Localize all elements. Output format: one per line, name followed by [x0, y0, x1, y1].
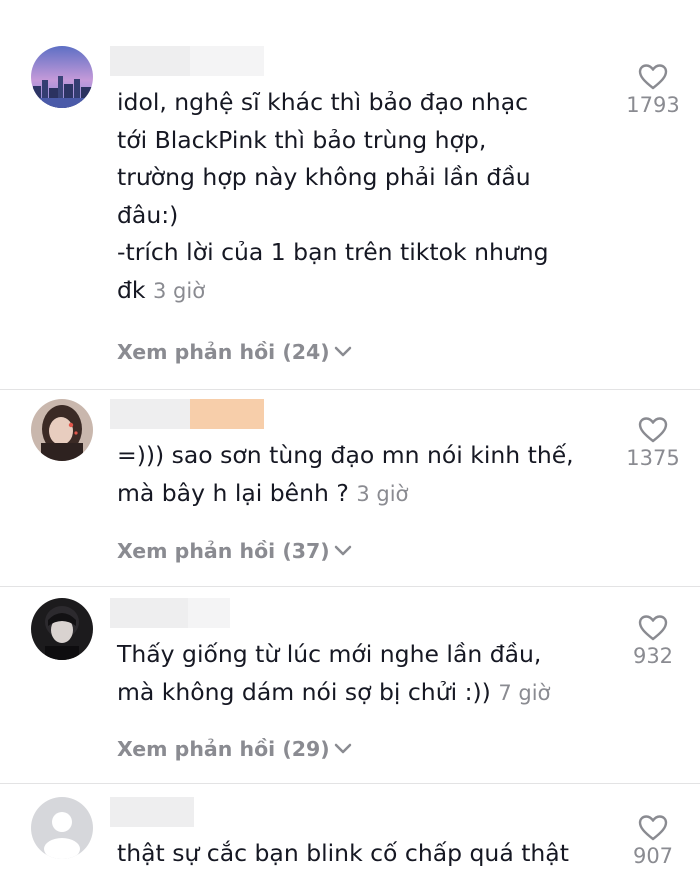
comment-time: 3 giờ — [356, 481, 409, 506]
comment-time: 7 giờ — [498, 680, 551, 705]
like-count: 1793 — [626, 93, 680, 117]
city-skyline-photo — [31, 46, 93, 108]
comment-text: thật sự cắc bạn blink cố chấp quá thật — [117, 835, 617, 873]
girl-portrait-photo — [31, 399, 93, 461]
avatar[interactable] — [31, 399, 93, 461]
divider — [0, 783, 700, 784]
boy-portrait-photo — [31, 598, 93, 660]
like-count: 932 — [632, 644, 674, 668]
chevron-down-icon — [334, 743, 351, 754]
view-replies-label: Xem phản hồi (29) — [117, 737, 330, 761]
like-button[interactable]: 907 — [620, 814, 686, 868]
view-replies-button[interactable]: Xem phản hồi (24) — [117, 340, 353, 364]
heart-outline-icon — [638, 417, 668, 443]
avatar[interactable] — [31, 598, 93, 660]
heart-outline-icon — [638, 815, 668, 841]
like-count: 907 — [632, 844, 674, 868]
divider — [0, 389, 700, 390]
view-replies-label: Xem phản hồi (24) — [117, 340, 330, 364]
comment-text: idol, nghệ sĩ khác thì bảo đạo nhạc tới … — [117, 84, 617, 310]
chevron-down-icon — [334, 545, 351, 556]
like-count: 1375 — [626, 446, 680, 470]
view-replies-button[interactable]: Xem phản hồi (29) — [117, 737, 353, 761]
avatar[interactable] — [31, 46, 93, 108]
view-replies-button[interactable]: Xem phản hồi (37) — [117, 539, 353, 563]
default-user-icon — [31, 797, 93, 859]
username-redacted[interactable] — [110, 598, 230, 628]
chevron-down-icon — [334, 346, 351, 357]
like-button[interactable]: 1375 — [620, 416, 686, 470]
username-redacted[interactable] — [110, 797, 194, 827]
divider — [0, 586, 700, 587]
heart-outline-icon — [638, 615, 668, 641]
avatar[interactable] — [31, 797, 93, 859]
comment-text: Thấy giống từ lúc mới nghe lần đầu, mà k… — [117, 636, 617, 712]
username-redacted[interactable] — [110, 399, 264, 429]
comment-body: thật sự cắc bạn blink cố chấp quá thật — [117, 839, 569, 867]
comment-text: =))) sao sơn tùng đạo mn nói kinh thế, m… — [117, 437, 617, 513]
like-button[interactable]: 932 — [620, 614, 686, 668]
comment-time: 3 giờ — [153, 278, 206, 303]
comment-body: =))) sao sơn tùng đạo mn nói kinh thế, m… — [117, 441, 574, 507]
username-redacted[interactable] — [110, 46, 264, 76]
comment-body: idol, nghệ sĩ khác thì bảo đạo nhạc tới … — [117, 88, 549, 304]
comment-body: Thấy giống từ lúc mới nghe lần đầu, mà k… — [117, 640, 542, 706]
heart-outline-icon — [638, 64, 668, 90]
view-replies-label: Xem phản hồi (37) — [117, 539, 330, 563]
like-button[interactable]: 1793 — [620, 63, 686, 117]
